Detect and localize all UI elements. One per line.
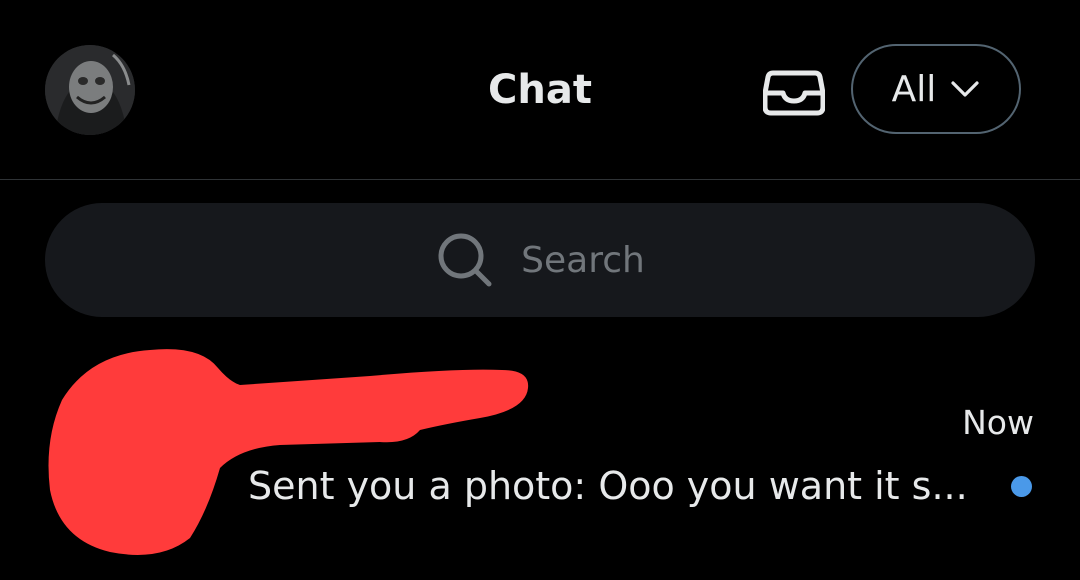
search-placeholder: Search	[521, 239, 645, 281]
inbox-button[interactable]	[758, 62, 830, 122]
conversation-time: Now	[962, 403, 1034, 442]
avatar[interactable]	[45, 45, 135, 135]
filter-dropdown[interactable]: All	[851, 44, 1021, 134]
filter-label: All	[891, 68, 937, 110]
search-icon	[438, 233, 492, 287]
chat-screen: Chat All Search Now Sent you a photo: Oo…	[0, 0, 1080, 580]
conversation-preview: Sent you a photo: Ooo you want it s...	[248, 464, 968, 508]
unread-indicator	[1011, 476, 1032, 497]
inbox-tray-icon	[763, 70, 825, 116]
redaction-mark	[40, 340, 540, 560]
avatar-image	[45, 45, 135, 135]
search-input[interactable]: Search	[45, 203, 1035, 317]
chevron-down-icon	[950, 79, 980, 99]
chat-header: Chat All	[0, 0, 1080, 180]
